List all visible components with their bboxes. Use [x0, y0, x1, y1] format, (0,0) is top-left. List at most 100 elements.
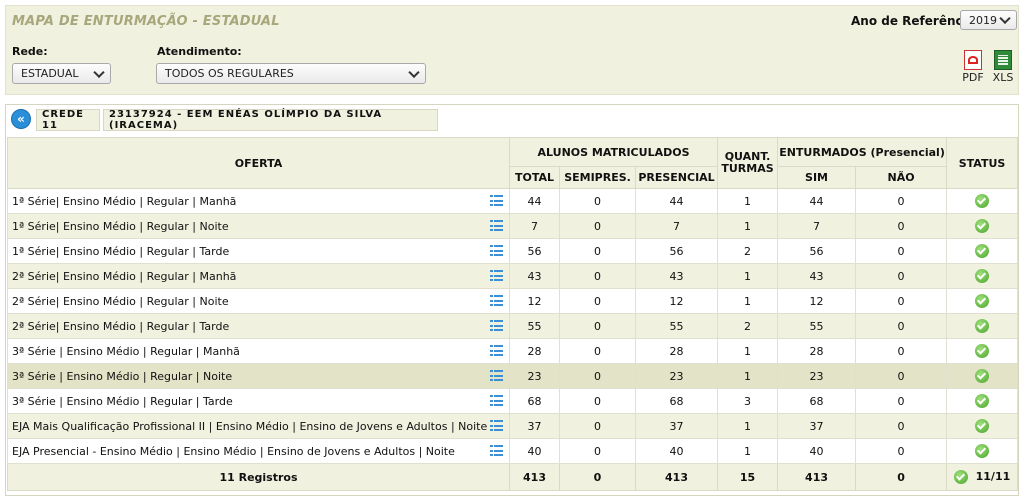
cell-semipres: 0	[559, 263, 636, 289]
pdf-icon	[964, 50, 982, 70]
header-semipres: SEMIPRES.	[559, 166, 636, 189]
cell-sim: 68	[777, 388, 857, 414]
oferta-text: 2ª Série| Ensino Médio | Regular | Tarde	[12, 319, 230, 333]
export-pdf-button[interactable]: PDF	[961, 50, 985, 84]
cell-presencial: 37	[634, 413, 719, 439]
header-nao: NÃO	[855, 166, 948, 189]
table-row: 3ª Série | Ensino Médio | Regular | Manh…	[7, 338, 1019, 364]
cell-sim: 56	[777, 238, 857, 264]
cell-sim: 12	[777, 288, 857, 314]
cell-nao: 0	[855, 438, 948, 464]
footer-semipres: 0	[559, 463, 636, 491]
cell-nao: 0	[855, 238, 948, 264]
cell-total: 68	[509, 388, 560, 414]
chevron-down-icon	[93, 66, 105, 78]
footer-nao: 0	[855, 463, 948, 491]
cell-oferta: 1ª Série| Ensino Médio | Regular | Noite	[7, 213, 510, 239]
cell-status	[946, 388, 1019, 414]
cell-status	[946, 213, 1019, 239]
export-xls-button[interactable]: XLS	[991, 50, 1015, 84]
cell-presencial: 44	[634, 188, 719, 214]
list-icon[interactable]	[490, 345, 503, 356]
footer-status: 11/11	[946, 463, 1019, 491]
cell-presencial: 12	[634, 288, 719, 314]
year-select[interactable]: 2019	[960, 10, 1017, 30]
cell-turmas: 1	[717, 413, 779, 439]
footer-sim: 413	[777, 463, 857, 491]
cell-semipres: 0	[559, 288, 636, 314]
list-icon[interactable]	[490, 395, 503, 406]
list-icon[interactable]	[490, 445, 503, 456]
cell-sim: 44	[777, 188, 857, 214]
table-row: EJA Presencial - Ensino Médio | Ensino M…	[7, 438, 1019, 464]
cell-semipres: 0	[559, 238, 636, 264]
cell-presencial: 56	[634, 238, 719, 264]
oferta-text: 3ª Série | Ensino Médio | Regular | Manh…	[12, 344, 240, 358]
cell-semipres: 0	[559, 188, 636, 214]
cell-oferta: 2ª Série| Ensino Médio | Regular | Manhã	[7, 263, 510, 289]
cell-total: 7	[509, 213, 560, 239]
year-select-value: 2019	[969, 13, 997, 27]
check-circle-icon	[953, 470, 968, 484]
list-icon[interactable]	[490, 320, 503, 331]
cell-total: 37	[509, 413, 560, 439]
footer-status-count: 11/11	[975, 470, 1011, 483]
oferta-text: 1ª Série| Ensino Médio | Regular | Manhã	[12, 194, 237, 208]
list-icon[interactable]	[490, 270, 503, 281]
cell-turmas: 1	[717, 363, 779, 389]
header-sim: SIM	[777, 166, 857, 189]
check-circle-icon	[975, 319, 990, 333]
list-icon[interactable]	[490, 195, 503, 206]
chevron-down-icon	[999, 12, 1011, 25]
back-button[interactable]: «	[11, 109, 31, 129]
cell-oferta: 2ª Série| Ensino Médio | Regular | Noite	[7, 288, 510, 314]
header-status: STATUS	[946, 137, 1019, 189]
rede-label: Rede:	[12, 45, 48, 58]
cell-turmas: 2	[717, 238, 779, 264]
oferta-text: EJA Mais Qualificação Profissional II | …	[12, 419, 488, 433]
cell-sim: 23	[777, 363, 857, 389]
filter-panel: MAPA DE ENTURMAÇÃO - ESTADUAL Ano de Ref…	[5, 5, 1019, 95]
cell-status	[946, 288, 1019, 314]
check-circle-icon	[975, 244, 990, 258]
list-icon[interactable]	[490, 295, 503, 306]
atendimento-label: Atendimento:	[157, 45, 242, 58]
cell-status	[946, 238, 1019, 264]
cell-sim: 28	[777, 338, 857, 364]
cell-status	[946, 363, 1019, 389]
list-icon[interactable]	[490, 420, 503, 431]
table-row: 1ª Série| Ensino Médio | Regular | Noite…	[7, 213, 1019, 239]
table-row: 1ª Série| Ensino Médio | Regular | Manhã…	[7, 188, 1019, 214]
cell-oferta: 1ª Série| Ensino Médio | Regular | Tarde	[7, 238, 510, 264]
atendimento-select[interactable]: TODOS OS REGULARES	[156, 63, 426, 84]
table-row: 1ª Série| Ensino Médio | Regular | Tarde…	[7, 238, 1019, 264]
cell-status	[946, 188, 1019, 214]
oferta-text: EJA Presencial - Ensino Médio | Ensino M…	[12, 444, 455, 458]
check-circle-icon	[975, 369, 990, 383]
results-panel: « CREDE 11 23137924 - EEM ENÉAS OLÍMPIO …	[5, 104, 1019, 496]
list-icon[interactable]	[490, 370, 503, 381]
breadcrumb-school[interactable]: 23137924 - EEM ENÉAS OLÍMPIO DA SILVA (I…	[103, 109, 438, 131]
cell-total: 40	[509, 438, 560, 464]
breadcrumb-crede[interactable]: CREDE 11	[36, 109, 100, 131]
cell-semipres: 0	[559, 313, 636, 339]
footer-turmas: 15	[717, 463, 779, 491]
list-icon[interactable]	[490, 245, 503, 256]
footer-total: 413	[509, 463, 560, 491]
cell-nao: 0	[855, 263, 948, 289]
check-circle-icon	[975, 344, 990, 358]
cell-turmas: 2	[717, 313, 779, 339]
export-xls-label: XLS	[992, 71, 1014, 84]
footer-registros: 11 Registros	[7, 463, 510, 491]
footer-presencial: 413	[634, 463, 719, 491]
cell-status	[946, 313, 1019, 339]
cell-oferta: 2ª Série| Ensino Médio | Regular | Tarde	[7, 313, 510, 339]
header-quant-turmas: QUANT. TURMAS	[717, 137, 779, 189]
cell-turmas: 1	[717, 438, 779, 464]
cell-oferta: 3ª Série | Ensino Médio | Regular | Noit…	[7, 363, 510, 389]
cell-presencial: 28	[634, 338, 719, 364]
rede-select[interactable]: ESTADUAL	[12, 63, 111, 84]
list-icon[interactable]	[490, 220, 503, 231]
oferta-text: 2ª Série| Ensino Médio | Regular | Manhã	[12, 269, 237, 283]
cell-presencial: 7	[634, 213, 719, 239]
